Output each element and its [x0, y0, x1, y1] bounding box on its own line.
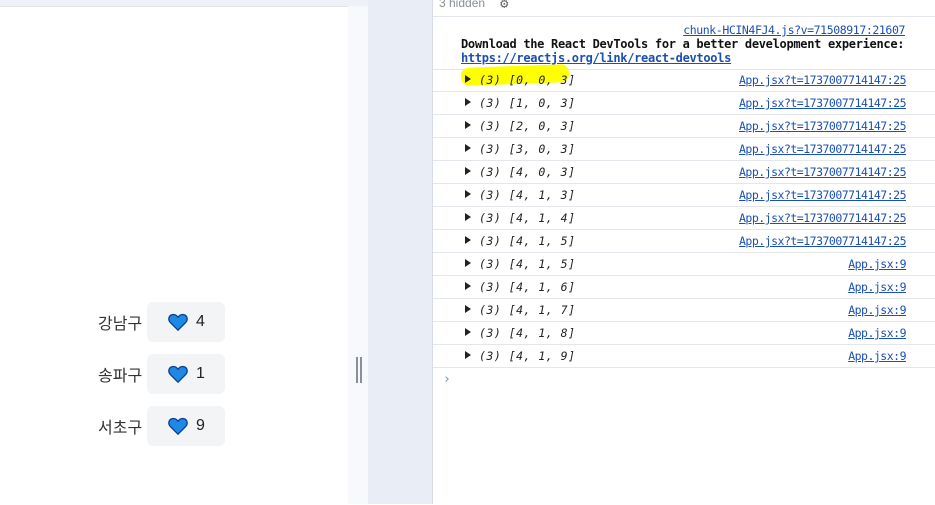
log-entry: (3) [4, 1, 8] App.jsx:9: [433, 322, 935, 345]
expand-arrow-icon[interactable]: [465, 75, 471, 83]
log-source-link[interactable]: App.jsx?t=1737007714147:25: [739, 165, 907, 179]
expand-arrow-icon[interactable]: [465, 144, 471, 152]
log-entry: (3) [4, 1, 3] App.jsx?t=1737007714147:25: [433, 184, 935, 207]
message-text: Download the React DevTools for a better…: [461, 37, 905, 51]
expand-arrow-icon[interactable]: [465, 213, 471, 221]
log-value: (3) [4, 0, 3]: [479, 165, 576, 179]
log-entry: (3) [4, 1, 4] App.jsx?t=1737007714147:25: [433, 207, 935, 230]
log-entry: (3) [3, 0, 3] App.jsx?t=1737007714147:25: [433, 138, 935, 161]
log-value: (3) [4, 1, 7]: [479, 303, 576, 317]
app-viewport: 강남구 4 송파구 1 서초구 9: [0, 0, 368, 505]
log-source-link[interactable]: App.jsx:9: [848, 349, 906, 363]
district-row: 서초구 9: [98, 406, 225, 446]
console-prompt-caret-icon[interactable]: ›: [443, 372, 451, 387]
log-source-link[interactable]: App.jsx?t=1737007714147:25: [739, 73, 907, 87]
expand-arrow-icon[interactable]: [465, 328, 471, 336]
district-name: 송파구: [98, 366, 143, 385]
log-source-link[interactable]: App.jsx?t=1737007714147:25: [739, 119, 907, 133]
log-entry: (3) [4, 1, 9] App.jsx:9: [433, 345, 935, 368]
log-source-link[interactable]: App.jsx?t=1737007714147:25: [739, 188, 907, 202]
log-source-link[interactable]: App.jsx:9: [848, 257, 906, 271]
heart-icon: [168, 313, 188, 331]
log-value: (3) [0, 0, 3]: [479, 73, 576, 87]
log-value: (3) [4, 1, 8]: [479, 326, 576, 340]
log-value: (3) [4, 1, 3]: [479, 188, 576, 202]
console-toolbar: 3 hidden ⚙: [433, 0, 935, 17]
like-button[interactable]: 9: [147, 406, 225, 446]
log-value: (3) [4, 1, 4]: [479, 211, 576, 225]
expand-arrow-icon[interactable]: [465, 282, 471, 290]
log-value: (3) [3, 0, 3]: [479, 142, 576, 156]
log-value: (3) [4, 1, 6]: [479, 280, 576, 294]
like-count: 1: [196, 365, 205, 382]
log-value: (3) [4, 1, 5]: [479, 257, 576, 271]
hidden-messages-count: 3 hidden: [439, 0, 486, 10]
log-entry: (3) [4, 1, 6] App.jsx:9: [433, 276, 935, 299]
expand-arrow-icon[interactable]: [465, 351, 471, 359]
log-entry: (3) [0, 0, 3] App.jsx?t=1737007714147:25: [433, 69, 935, 92]
devtools-console: 3 hidden ⚙ chunk-HCIN4FJ4.js?v=71508917:…: [432, 0, 935, 504]
console-message: chunk-HCIN4FJ4.js?v=71508917:21607 Downl…: [433, 17, 935, 70]
expand-arrow-icon[interactable]: [465, 167, 471, 175]
log-entry: (3) [4, 1, 7] App.jsx:9: [433, 299, 935, 322]
log-value: (3) [4, 1, 5]: [479, 234, 576, 248]
log-source-link[interactable]: App.jsx?t=1737007714147:25: [739, 142, 907, 156]
log-source-link[interactable]: App.jsx:9: [848, 326, 906, 340]
expand-arrow-icon[interactable]: [465, 259, 471, 267]
log-entry: (3) [1, 0, 3] App.jsx?t=1737007714147:25: [433, 92, 935, 115]
expand-arrow-icon[interactable]: [465, 305, 471, 313]
like-button[interactable]: 1: [147, 354, 225, 394]
page-scroll-edge: [348, 6, 368, 504]
like-count: 9: [196, 417, 205, 434]
heart-icon: [168, 417, 188, 435]
expand-arrow-icon[interactable]: [465, 121, 471, 129]
district-name: 강남구: [98, 314, 143, 333]
expand-arrow-icon[interactable]: [465, 190, 471, 198]
log-source-link[interactable]: App.jsx?t=1737007714147:25: [739, 234, 907, 248]
resize-handle[interactable]: [356, 357, 362, 383]
app-page: 강남구 4 송파구 1 서초구 9: [0, 6, 348, 505]
log-entry: (3) [4, 0, 3] App.jsx?t=1737007714147:25: [433, 161, 935, 184]
like-count: 4: [196, 313, 205, 330]
log-entry: (3) [4, 1, 5] App.jsx?t=1737007714147:25: [433, 230, 935, 253]
devtools-splitter: [368, 0, 432, 504]
district-row: 강남구 4: [98, 302, 225, 342]
log-entry: (3) [2, 0, 3] App.jsx?t=1737007714147:25: [433, 115, 935, 138]
like-button[interactable]: 4: [147, 302, 225, 342]
district-name: 서초구: [98, 418, 143, 437]
devtools-link[interactable]: https://reactjs.org/link/react-devtools: [461, 51, 731, 65]
log-source-link[interactable]: App.jsx?t=1737007714147:25: [739, 96, 907, 110]
log-entry: (3) [4, 1, 5] App.jsx:9: [433, 253, 935, 276]
log-source-link[interactable]: App.jsx:9: [848, 280, 906, 294]
log-value: (3) [2, 0, 3]: [479, 119, 576, 133]
expand-arrow-icon[interactable]: [465, 98, 471, 106]
log-source-link[interactable]: App.jsx?t=1737007714147:25: [739, 211, 907, 225]
heart-icon: [168, 365, 188, 383]
gear-icon[interactable]: ⚙: [500, 0, 508, 12]
console-log-list: (3) [0, 0, 3] App.jsx?t=1737007714147:25…: [433, 69, 935, 368]
expand-arrow-icon[interactable]: [465, 236, 471, 244]
log-value: (3) [4, 1, 9]: [479, 349, 576, 363]
message-source-link[interactable]: chunk-HCIN4FJ4.js?v=71508917:21607: [683, 23, 905, 37]
district-row: 송파구 1: [98, 354, 225, 394]
log-source-link[interactable]: App.jsx:9: [848, 303, 906, 317]
log-value: (3) [1, 0, 3]: [479, 96, 576, 110]
